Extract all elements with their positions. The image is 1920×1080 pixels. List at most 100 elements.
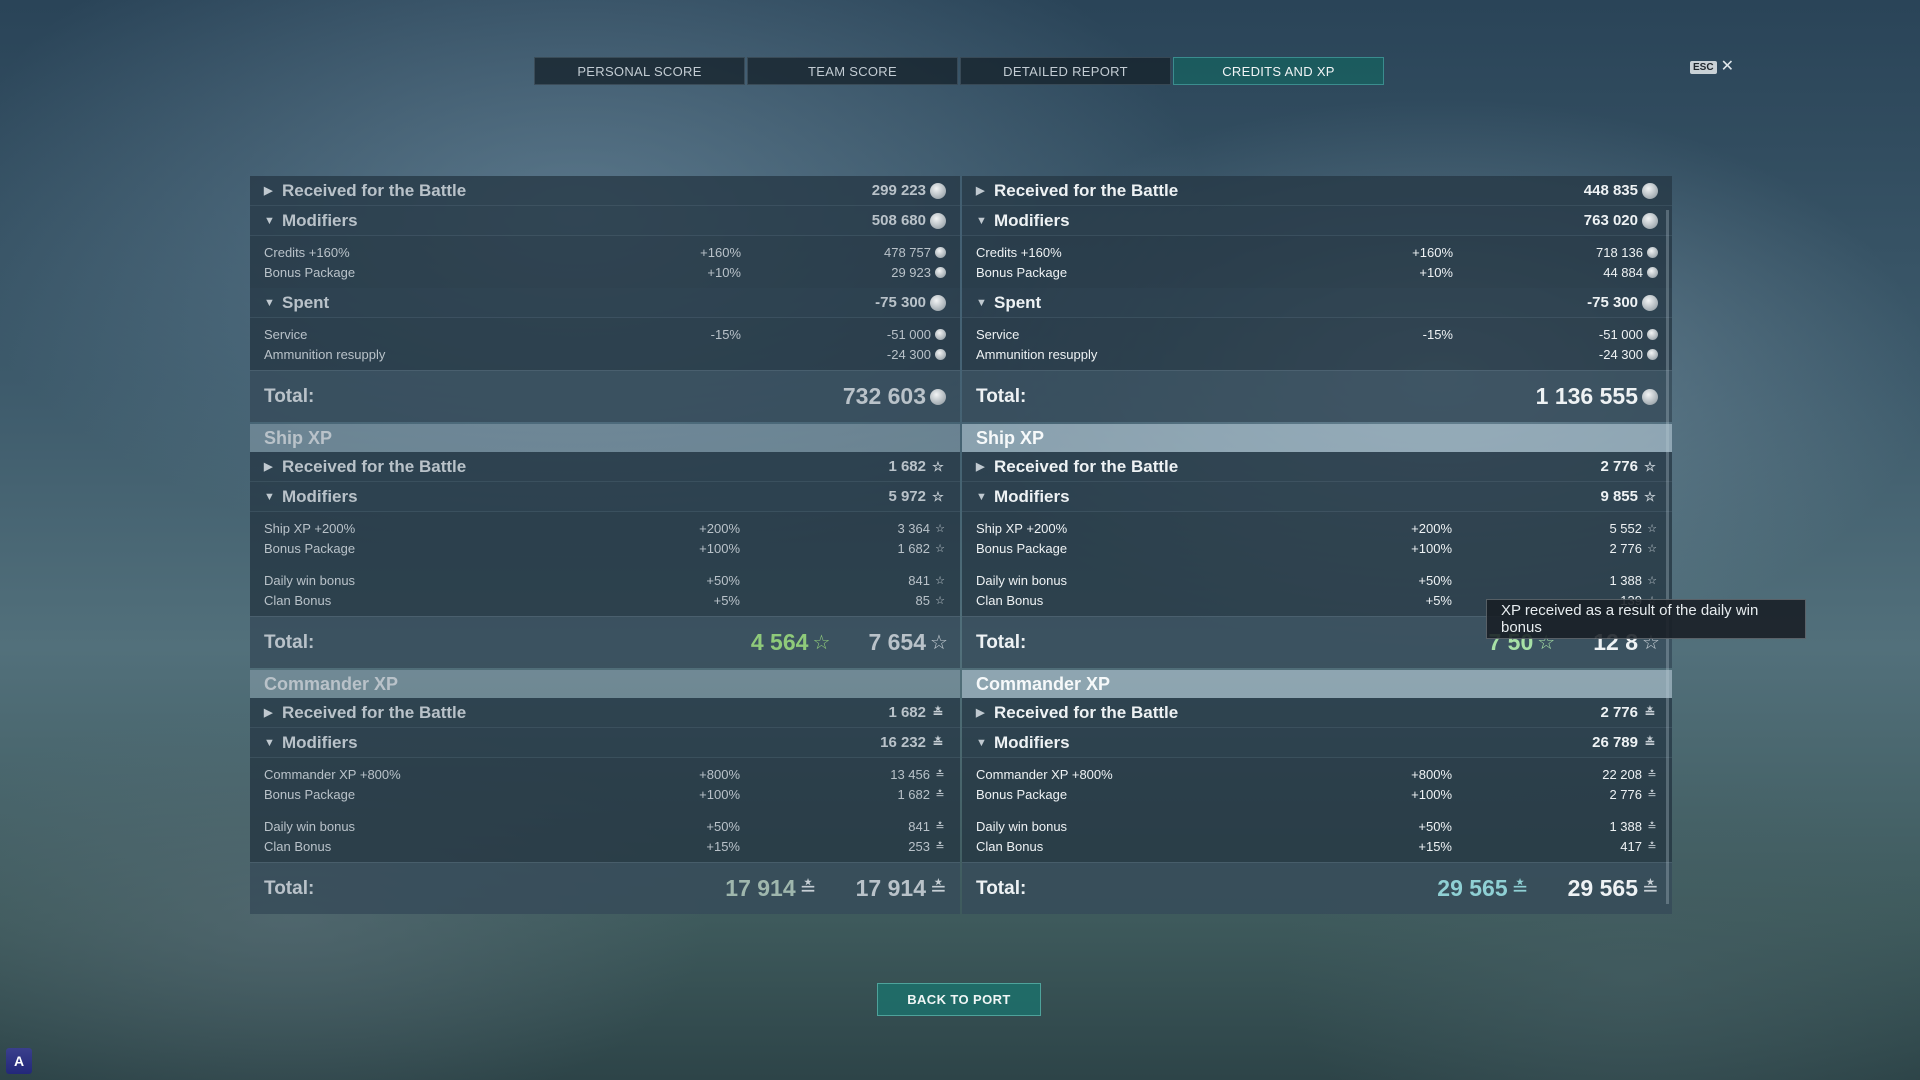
commander-xp-icon: ≛ (1647, 788, 1657, 801)
ship-xp-section-left: ▶ Received for the Battle 1 682 ☆ ▼ Modif… (250, 452, 960, 668)
credits-received-row[interactable]: ▶ Received for the Battle 448 835 (962, 176, 1672, 206)
credits-icon (1642, 182, 1658, 199)
credits-icon (930, 212, 946, 229)
tab-bar: PERSONAL SCORE TEAM SCORE DETAILED REPOR… (534, 57, 1384, 85)
credits-icon (1647, 328, 1658, 340)
commander-xp-total: Total: 17 914 ≛ 17 914 ≛ (250, 862, 960, 914)
left-column: ▶ Received for the Battle 299 223 ▼ Modi… (250, 176, 960, 914)
list-item: Bonus Package +100% 1 682 ≛ (264, 786, 945, 802)
ship-xp-modifiers-list: Ship XP +200% +200% 3 364 ☆ Bonus Package +1… (250, 512, 960, 616)
credits-modifiers-row[interactable]: ▼ Modifiers 763 020 (962, 206, 1672, 236)
credits-icon (1647, 348, 1658, 360)
commander-xp-icon: ≛ (935, 768, 945, 781)
commander-xp-section-right: ▶ Received for the Battle 2 776 ≛ ▼ Modif… (962, 698, 1672, 914)
close-button[interactable]: ESC ✕ (1690, 59, 1734, 75)
back-to-port-button[interactable]: BACK TO PORT (877, 983, 1041, 1016)
chevron-down-icon: ▼ (264, 490, 275, 503)
credits-modifiers-list: Credits +160% +160% 478 757 Bonus Package +… (250, 236, 960, 288)
credits-total: Total: 732 603 (250, 370, 960, 422)
star-icon: ☆ (1647, 522, 1657, 535)
commander-xp-modifiers-row[interactable]: ▼ Modifiers 26 789 ≛ (962, 728, 1672, 758)
commander-xp-icon: ≛ (935, 820, 945, 833)
chevron-right-icon: ▶ (264, 707, 273, 719)
list-item: Commander XP +800% +800% 13 456 ≛ (264, 766, 945, 782)
star-icon: ☆ (1644, 488, 1656, 504)
commander-xp-section-left: ▶ Received for the Battle 1 682 ≛ ▼ Modif… (250, 698, 960, 914)
commander-xp-icon: ≛ (1647, 820, 1657, 833)
commander-xp-modifiers-list: Commander XP +800% +800% 13 456 ≛ Bonus Pac… (250, 758, 960, 862)
list-item: Credits +160% +160% 718 136 (962, 242, 1672, 262)
credits-spent-row[interactable]: ▼ Spent -75 300 (250, 288, 960, 318)
right-column: ▶ Received for the Battle 448 835 ▼ Modi… (962, 176, 1672, 914)
credits-icon (935, 348, 946, 360)
credits-spent-list: Service -15% -51 000 Ammunition resupply -2… (962, 318, 1672, 370)
list-item: Bonus Package +10% 44 884 (962, 262, 1672, 282)
star-icon: ☆ (1647, 574, 1657, 587)
credits-icon (935, 246, 946, 258)
credits-total: Total: 1 136 555 (962, 370, 1672, 422)
tab-team-score[interactable]: TEAM SCORE (747, 57, 958, 85)
chevron-right-icon: ▶ (976, 185, 985, 197)
chevron-right-icon: ▶ (976, 461, 985, 473)
star-icon: ☆ (930, 632, 948, 654)
list-item: Ship XP +200% +200% 3 364 ☆ (264, 520, 945, 536)
credits-icon (1647, 266, 1658, 278)
list-item: Clan Bonus +15% 417 ≛ (976, 838, 1657, 854)
credits-modifiers-row[interactable]: ▼ Modifiers 508 680 (250, 206, 960, 236)
commander-xp-icon: ≛ (935, 840, 945, 853)
star-icon: ☆ (1644, 458, 1656, 474)
commander-xp-icon: ≛ (932, 734, 944, 750)
list-item: Ammunition resupply -24 300 (962, 344, 1672, 364)
commander-xp-title: Commander XP (250, 670, 960, 698)
star-icon: ☆ (935, 542, 945, 555)
credits-icon (935, 266, 946, 278)
list-item: Commander XP +800% +800% 22 208 ≛ (976, 766, 1657, 782)
ship-xp-total: Total: 4 564 ☆ 7 654 ☆ (250, 616, 960, 668)
commander-xp-total: Total: 29 565 ≛ 29 565 ≛ (962, 862, 1672, 914)
commander-xp-icon: ≛ (1511, 878, 1529, 900)
star-icon: ☆ (1647, 542, 1657, 555)
star-icon: ☆ (935, 594, 945, 607)
commander-xp-modifiers-row[interactable]: ▼ Modifiers 16 232 ≛ (250, 728, 960, 758)
chevron-right-icon: ▶ (264, 461, 273, 473)
star-icon: ☆ (932, 458, 944, 474)
chevron-right-icon: ▶ (976, 707, 985, 719)
scrollbar[interactable] (1666, 210, 1669, 904)
list-item: Bonus Package +10% 29 923 (250, 262, 960, 282)
credits-icon (1642, 212, 1658, 229)
credits-spent-list: Service -15% -51 000 Ammunition resupply -2… (250, 318, 960, 370)
commander-xp-icon: ≛ (1647, 840, 1657, 853)
list-item: Service -15% -51 000 (250, 324, 960, 344)
esc-key-badge: ESC (1690, 60, 1717, 74)
close-icon[interactable]: ✕ (1721, 59, 1734, 75)
list-item: Service -15% -51 000 (962, 324, 1672, 344)
list-item: Daily win bonus +50% 1 388 ≛ (976, 818, 1657, 834)
tooltip: XP received as a result of the daily win… (1486, 599, 1806, 639)
commander-xp-received-row[interactable]: ▶ Received for the Battle 1 682 ≛ (250, 698, 960, 728)
star-icon: ☆ (812, 632, 831, 654)
credits-spent-row[interactable]: ▼ Spent -75 300 (962, 288, 1672, 318)
star-icon: ☆ (932, 488, 944, 504)
ship-xp-modifiers-row[interactable]: ▼ Modifiers 5 972 ☆ (250, 482, 960, 512)
list-item[interactable]: Daily win bonus +50% 1 388 ☆ (962, 570, 1672, 590)
commander-xp-title: Commander XP (962, 670, 1672, 698)
list-item: Clan Bonus +15% 253 ≛ (264, 838, 945, 854)
chevron-down-icon: ▼ (976, 214, 987, 227)
tab-detailed-report[interactable]: DETAILED REPORT (960, 57, 1171, 85)
ship-xp-received-row[interactable]: ▶ Received for the Battle 2 776 ☆ (962, 452, 1672, 482)
game-logo-icon: A (6, 1048, 32, 1074)
star-icon: ☆ (935, 522, 945, 535)
commander-xp-received-row[interactable]: ▶ Received for the Battle 2 776 ≛ (962, 698, 1672, 728)
tab-credits-and-xp[interactable]: CREDITS AND XP (1173, 57, 1384, 85)
credits-received-row[interactable]: ▶ Received for the Battle 299 223 (250, 176, 960, 206)
commander-xp-icon: ≛ (1647, 768, 1657, 781)
list-item: Daily win bonus +50% 841 ≛ (264, 818, 945, 834)
credits-icon (1642, 388, 1658, 405)
ship-xp-received-row[interactable]: ▶ Received for the Battle 1 682 ☆ (250, 452, 960, 482)
list-item[interactable]: Daily win bonus +50% 841 ☆ (250, 570, 960, 590)
ship-xp-title: Ship XP (250, 424, 960, 452)
ship-xp-modifiers-row[interactable]: ▼ Modifiers 9 855 ☆ (962, 482, 1672, 512)
list-item: Ammunition resupply -24 300 (250, 344, 960, 364)
tab-personal-score[interactable]: PERSONAL SCORE (534, 57, 745, 85)
list-item: Clan Bonus +5% 85 ☆ (264, 592, 945, 608)
